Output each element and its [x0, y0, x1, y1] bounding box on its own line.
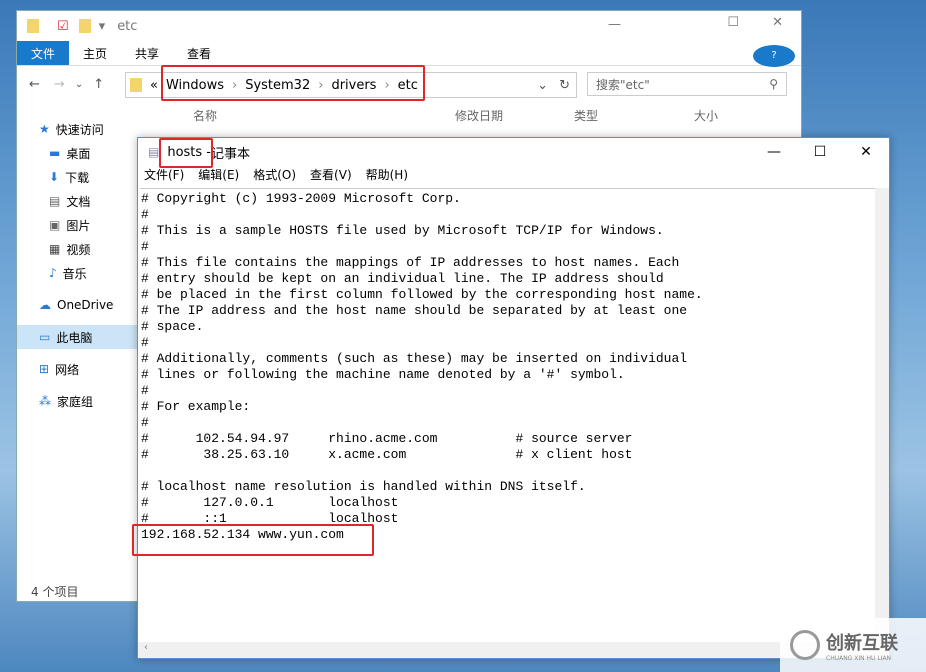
back-button[interactable]: ← [29, 77, 40, 92]
maximize-button[interactable]: ☐ [727, 15, 739, 30]
sidebar-item-downloads[interactable]: ⬇ 下载 [39, 165, 137, 189]
tab-view[interactable]: 查看 [173, 41, 225, 65]
homegroup-icon: ⁂ [39, 394, 51, 408]
title-app-name: 记事本 [211, 146, 251, 162]
tab-home[interactable]: 主页 [69, 41, 121, 65]
notepad-window: ▤ hosts - 记事本 — ☐ ✕ 文件(F) 编辑(E) 格式(O) 查看… [132, 137, 890, 659]
sidebar-item-music[interactable]: ♪ 音乐 [39, 261, 137, 285]
watermark-subtext: CHUANG XIN HU LIAN [826, 654, 892, 662]
notepad-titlebar: ▤ hosts - 记事本 — ☐ ✕ [138, 138, 889, 166]
minimize-button[interactable]: — [751, 138, 797, 166]
document-icon: ▤ [49, 194, 61, 208]
column-type[interactable]: 类型 [574, 107, 598, 124]
search-input[interactable]: 搜索"etc" ⚲ [587, 72, 787, 96]
vertical-scrollbar[interactable] [875, 188, 889, 642]
menu-help[interactable]: 帮助(H) [366, 166, 408, 186]
search-icon: ⚲ [769, 77, 778, 91]
picture-icon: ▣ [49, 218, 61, 232]
download-icon: ⬇ [49, 170, 60, 184]
forward-button[interactable]: → [54, 77, 65, 92]
quick-access-dropdown-icon[interactable]: ▾ [99, 19, 106, 34]
tab-file[interactable]: 文件 [17, 41, 70, 65]
close-button[interactable]: ✕ [772, 15, 783, 30]
column-size[interactable]: 大小 [694, 107, 718, 124]
sidebar-item-onedrive[interactable]: ☁ OneDrive [39, 293, 137, 317]
menu-file[interactable]: 文件(F) [144, 166, 184, 186]
status-item-count: 4 个项目 [31, 585, 79, 599]
new-folder-icon[interactable] [78, 19, 91, 33]
menu-bar: 文件(F) 编辑(E) 格式(O) 查看(V) 帮助(H) [138, 166, 889, 186]
sidebar-item-homegroup[interactable]: ⁂ 家庭组 [39, 389, 137, 413]
text-editor[interactable]: # Copyright (c) 1993-2009 Microsoft Corp… [140, 188, 875, 642]
sidebar-item-pictures[interactable]: ▣ 图片 [39, 213, 137, 237]
breadcrumb-overflow[interactable]: « [150, 78, 158, 93]
ribbon-tabs: 文件 主页 共享 查看 ⌄ ? [17, 41, 801, 67]
highlight-box-filename [159, 138, 213, 168]
sidebar-item-quick-access[interactable]: ★ 快速访问 [39, 117, 137, 141]
star-icon: ★ [39, 122, 50, 136]
window-title: etc [117, 18, 138, 34]
folder-icon [130, 78, 142, 92]
logo-icon [790, 630, 820, 660]
menu-edit[interactable]: 编辑(E) [198, 166, 239, 186]
refresh-icon[interactable]: ↻ [559, 78, 570, 93]
network-icon: ⊞ [39, 362, 50, 376]
tab-share[interactable]: 共享 [121, 41, 173, 65]
up-button[interactable]: ↑ [93, 77, 104, 92]
column-name[interactable]: 名称 [193, 107, 217, 124]
sidebar-item-network[interactable]: ⊞ 网络 [39, 357, 137, 381]
explorer-titlebar: ☑ ▾ etc — ☐ ✕ [17, 11, 801, 41]
computer-icon: ▭ [39, 330, 51, 344]
address-dropdown-icon[interactable]: ⌄ [537, 78, 548, 93]
scroll-left-icon[interactable]: ‹ [144, 642, 148, 653]
minimize-button[interactable]: — [608, 17, 621, 32]
sidebar-item-documents[interactable]: ▤ 文档 [39, 189, 137, 213]
watermark-logo: 创新互联 CHUANG XIN HU LIAN [780, 618, 926, 672]
sidebar-item-desktop[interactable]: ▬ 桌面 [39, 141, 137, 165]
cloud-icon: ☁ [39, 298, 51, 312]
highlight-box-path [161, 65, 425, 101]
help-icon[interactable]: ? [753, 45, 795, 67]
maximize-button[interactable]: ☐ [797, 138, 843, 166]
sidebar-item-videos[interactable]: ▦ 视频 [39, 237, 137, 261]
highlight-box-new-entry [132, 524, 374, 556]
menu-format[interactable]: 格式(O) [253, 166, 296, 186]
recent-dropdown[interactable]: ⌄ [75, 79, 83, 90]
menu-view[interactable]: 查看(V) [310, 166, 352, 186]
video-icon: ▦ [49, 242, 61, 256]
horizontal-scrollbar[interactable]: ‹ [138, 642, 889, 658]
watermark-text: 创新互联 [826, 632, 898, 654]
notepad-icon: ▤ [148, 145, 160, 159]
search-placeholder: 搜索"etc" [596, 77, 650, 92]
close-button[interactable]: ✕ [843, 138, 889, 166]
folder-icon [27, 19, 39, 33]
sidebar-item-this-pc[interactable]: ▭ 此电脑 [17, 325, 137, 349]
column-date[interactable]: 修改日期 [455, 107, 503, 124]
music-icon: ♪ [49, 266, 57, 280]
navigation-pane: ★ 快速访问 ▬ 桌面 ⬇ 下载 ▤ 文档 ▣ 图片 ▦ 视频 ♪ 音乐 ☁ OneDrive … [17, 117, 137, 413]
desktop-icon: ▬ [49, 146, 61, 160]
properties-icon[interactable]: ☑ [57, 19, 69, 34]
